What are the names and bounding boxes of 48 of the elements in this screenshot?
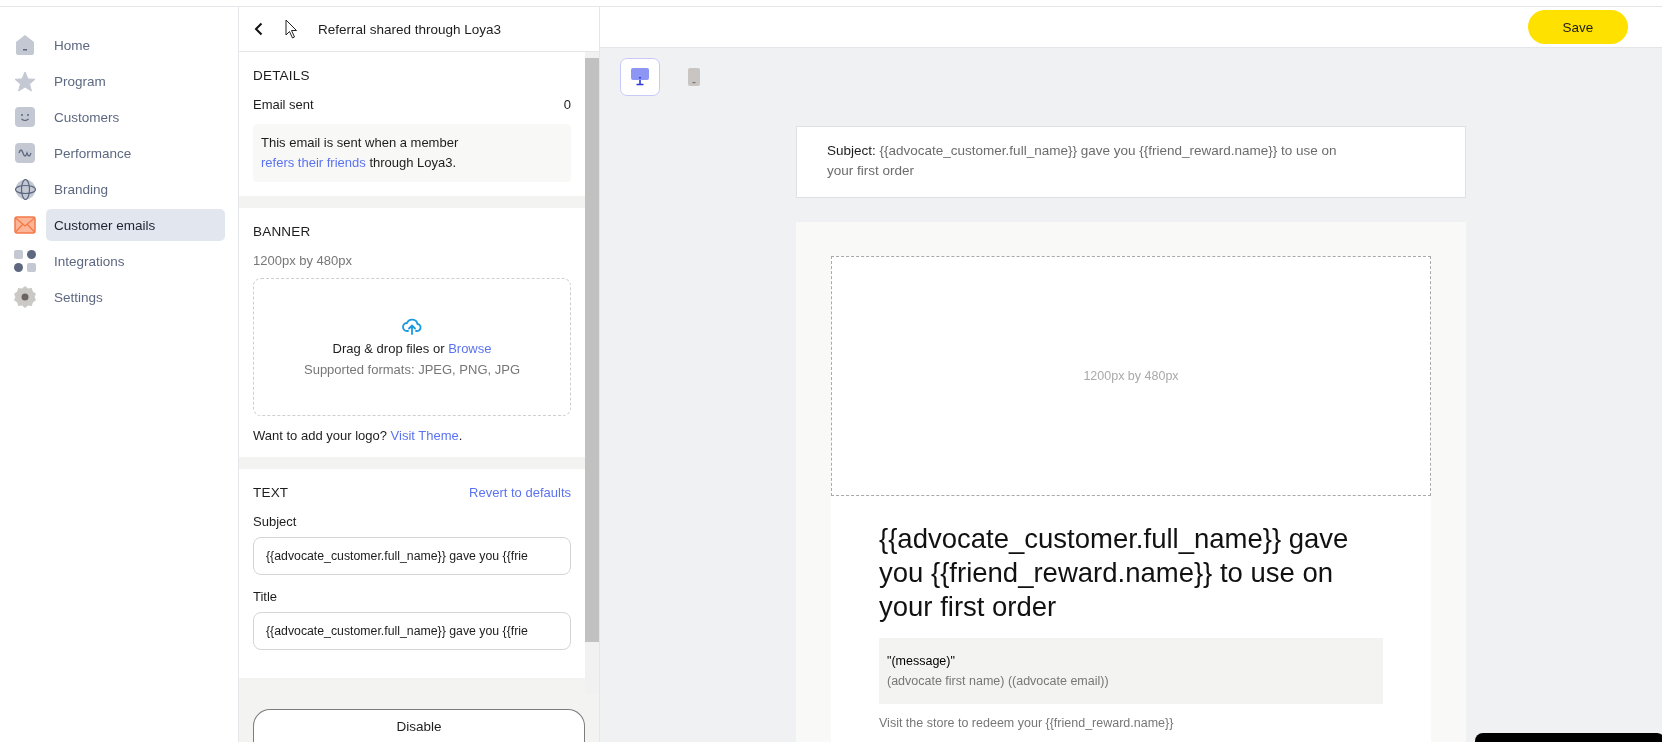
section-heading: BANNER bbox=[253, 224, 312, 239]
message-text: "(message)" bbox=[887, 653, 956, 670]
email-description: This email is sent when a member refers their friends through Loya3. bbox=[253, 124, 571, 182]
sidebar-item[interactable]: Settings bbox=[46, 281, 225, 313]
text-input[interactable]: {{advocate_customer.full_name}} gave you {{frie bbox=[253, 612, 571, 650]
sidebar-item[interactable]: Branding bbox=[46, 173, 225, 205]
revert-defaults-link[interactable]: Revert to defaults bbox=[469, 485, 571, 500]
banner-size-text: 1200px by 480px bbox=[253, 253, 354, 268]
section-heading: DETAILS bbox=[253, 68, 311, 83]
supported-formats-text: Supported formats: JPEG, PNG, JPG bbox=[304, 362, 520, 377]
logo-hint: Want to add your logo? Visit Theme. bbox=[253, 428, 464, 443]
sidebar-item[interactable]: Performance bbox=[46, 137, 225, 169]
email-title: {{advocate_customer.full_name}} gave you {{friend_reward.name}} to use on your first order bbox=[879, 522, 1350, 624]
monitor-icon bbox=[631, 68, 649, 86]
cloud-upload-icon bbox=[402, 317, 422, 335]
disable-button[interactable]: Disable bbox=[253, 709, 585, 742]
phone-icon bbox=[688, 68, 700, 86]
stat-label: Email sent bbox=[253, 97, 314, 112]
sidebar-item[interactable]: Home bbox=[46, 29, 225, 61]
field-label: Title bbox=[253, 589, 279, 604]
text-input[interactable]: {{advocate_customer.full_name}} gave you {{frie bbox=[253, 537, 571, 575]
advocate-signature: (advocate first name) ((advocate email)) bbox=[887, 673, 1110, 690]
sidebar-item[interactable]: Customers bbox=[46, 101, 225, 133]
settings-icon bbox=[13, 285, 37, 309]
globe-icon bbox=[14, 178, 36, 200]
drop-instructions: Drag & drop files or Browse bbox=[332, 341, 492, 356]
sidebar-item[interactable]: Customer emails bbox=[46, 209, 225, 241]
refers-link[interactable]: refers their friends bbox=[261, 155, 366, 170]
home-icon bbox=[15, 34, 35, 56]
chart-wave-icon bbox=[15, 143, 35, 163]
file-drop-zone[interactable]: Drag & drop files or Browse Supported formats: JPEG, PNG, JPG bbox=[253, 278, 571, 416]
stat-value: 0 bbox=[563, 97, 571, 112]
email-subject: Subject: {{advocate_customer.full_name}} gave you {{friend_reward.name}} to use on your first order bbox=[796, 126, 1466, 198]
panel-title: Referral shared through Loya3 bbox=[318, 21, 502, 37]
save-button[interactable]: Save bbox=[1528, 10, 1628, 44]
star-icon bbox=[14, 70, 36, 92]
apps-grid-icon bbox=[14, 250, 36, 272]
envelope-icon bbox=[14, 216, 36, 234]
sidebar-item[interactable]: Integrations bbox=[46, 245, 225, 277]
sidebar-item[interactable]: Program bbox=[46, 65, 225, 97]
cursor-icon bbox=[285, 19, 298, 39]
visit-theme-link[interactable]: Visit Theme bbox=[390, 428, 459, 443]
section-heading: TEXT bbox=[253, 485, 289, 500]
smiley-icon bbox=[15, 107, 35, 127]
email-body-text: Visit the store to redeem your {{friend_reward.name}} bbox=[879, 716, 1175, 730]
field-label: Subject bbox=[253, 514, 298, 529]
desktop-view-button[interactable] bbox=[620, 58, 660, 96]
browse-link[interactable]: Browse bbox=[448, 341, 492, 356]
